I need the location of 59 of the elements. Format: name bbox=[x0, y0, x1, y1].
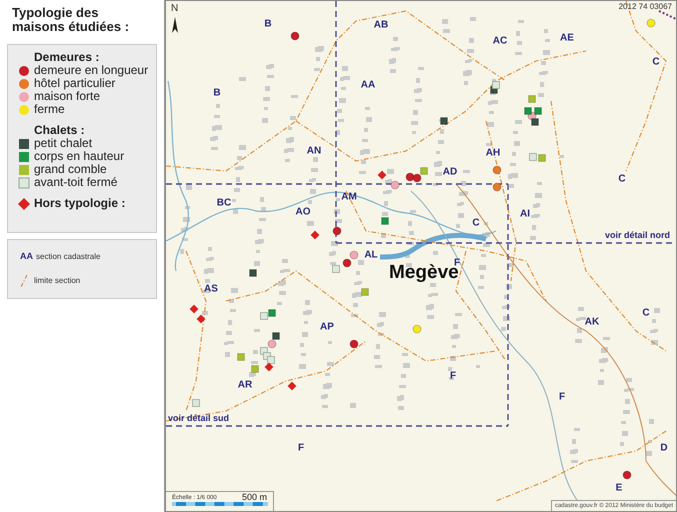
legend-label: hôtel particulier bbox=[34, 77, 116, 90]
section-label: F bbox=[298, 442, 304, 454]
section-label: AD bbox=[442, 166, 458, 178]
legend-label: petit chalet bbox=[34, 137, 92, 150]
boundary-line-icon bbox=[20, 274, 28, 288]
detail-label: voir détail sud bbox=[168, 413, 230, 423]
section-label: AK bbox=[584, 316, 600, 328]
north-label: N bbox=[171, 3, 178, 14]
section-label: AL bbox=[364, 250, 378, 260]
legend-group-title: Chalets : bbox=[33, 124, 86, 137]
section-label: AM bbox=[341, 192, 357, 202]
diamond-symbol-icon bbox=[18, 198, 30, 210]
legend-label: demeure en longueur bbox=[34, 64, 148, 77]
legend-group-title: Hors typologie : bbox=[34, 197, 126, 210]
section-label: AH bbox=[486, 148, 500, 158]
section-code-sample: AA bbox=[20, 250, 33, 263]
scale-bar-icon bbox=[172, 502, 268, 506]
square-symbol-icon bbox=[18, 150, 30, 162]
section-label: AO bbox=[296, 206, 310, 218]
section-label: F bbox=[558, 392, 566, 402]
scale-distance: 500 m bbox=[242, 492, 267, 502]
legend-label: maison forte bbox=[34, 90, 100, 103]
section-label: AE bbox=[560, 32, 574, 44]
circle-symbol-icon bbox=[18, 78, 30, 90]
circle-symbol-icon bbox=[18, 90, 30, 102]
section-label: C bbox=[472, 218, 480, 228]
section-label: AA bbox=[360, 80, 376, 90]
legend-group-title: Demeures : bbox=[33, 51, 100, 64]
section-label: AS bbox=[204, 284, 218, 294]
legend-label: corps en hauteur bbox=[34, 150, 124, 163]
section-label: E bbox=[616, 482, 622, 494]
square-symbol-icon bbox=[18, 164, 30, 176]
section-label: AC bbox=[492, 36, 508, 46]
legend-label: grand comble bbox=[34, 163, 107, 176]
section-label: BC bbox=[216, 198, 232, 208]
section-label: B bbox=[213, 88, 221, 98]
legend-label: section cadastrale bbox=[36, 250, 100, 263]
legend-label: ferme bbox=[34, 103, 65, 116]
section-label: AP bbox=[320, 322, 334, 332]
map-reference: 2012 74 03067 bbox=[618, 2, 672, 11]
square-symbol-icon bbox=[18, 138, 30, 150]
legend-title: Typologie des maisons étudiées : bbox=[11, 6, 130, 34]
section-label: C bbox=[642, 308, 650, 318]
section-label: AN bbox=[306, 146, 322, 156]
section-label: D bbox=[660, 442, 668, 454]
section-label: C bbox=[652, 56, 660, 68]
circle-symbol-icon bbox=[18, 104, 30, 116]
section-label: B bbox=[264, 18, 272, 30]
square-symbol-icon bbox=[18, 176, 30, 188]
section-label: AR bbox=[238, 380, 252, 390]
section-label: C bbox=[618, 174, 626, 184]
section-label: AB bbox=[374, 20, 388, 30]
circle-symbol-icon bbox=[18, 64, 30, 76]
section-label: AI bbox=[520, 208, 530, 220]
section-label: F bbox=[454, 258, 460, 268]
section-label: F bbox=[450, 370, 456, 382]
legend-label: avant-toit fermé bbox=[34, 176, 118, 189]
legend-label: limite section bbox=[34, 274, 80, 286]
detail-label: voir détail nord bbox=[604, 230, 670, 240]
